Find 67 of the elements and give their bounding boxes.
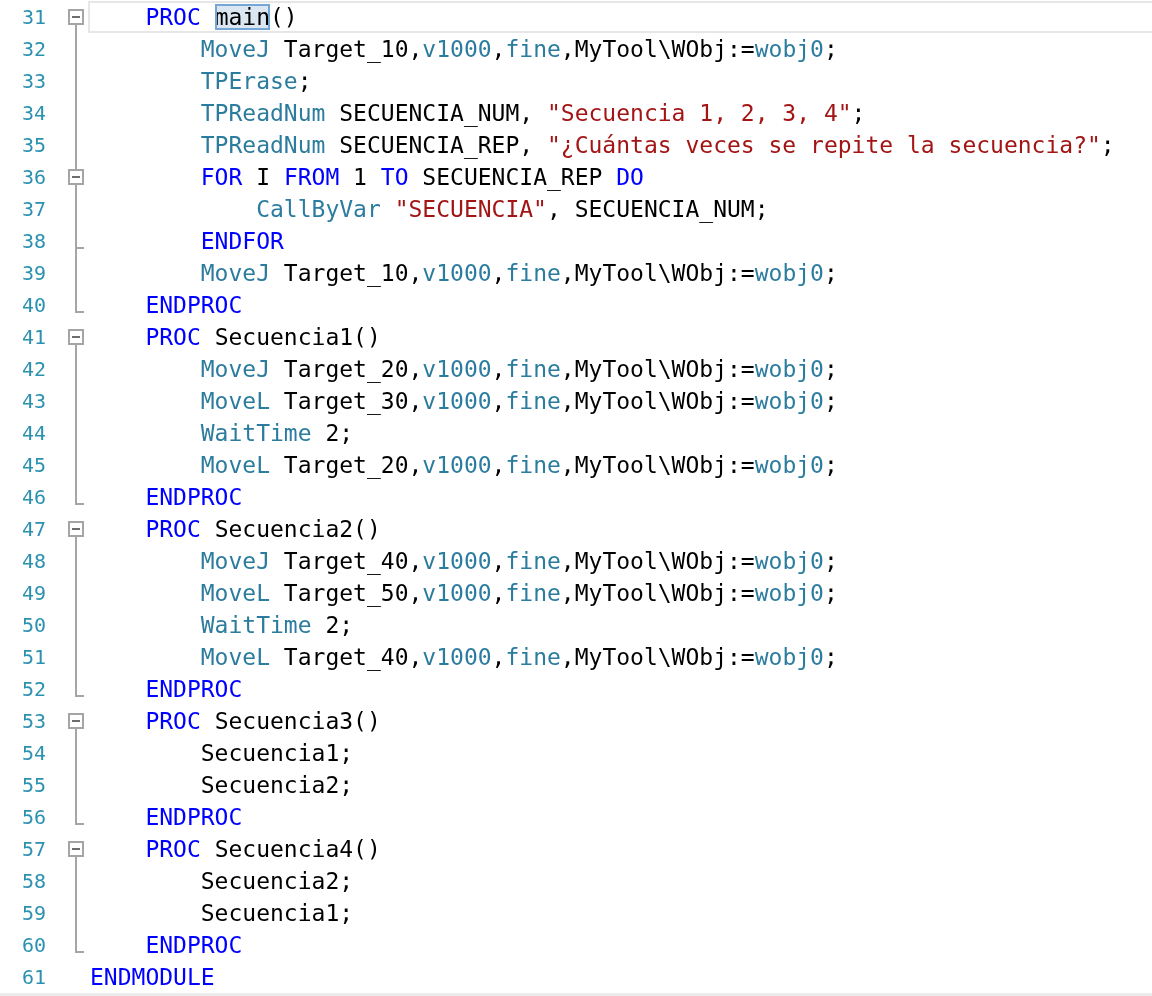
line-number: 38 — [20, 228, 46, 255]
code-line: MoveJ Target_20,v1000,fine,MyTool\WObj:=wobj0; — [199, 355, 839, 385]
code-line: ENDPROC — [144, 931, 244, 960]
code-line: CallByVar "SECUENCIA", SECUENCIA_NUM; — [255, 195, 770, 225]
code-line: Secuencia2; — [199, 771, 355, 800]
code-line: MoveL Target_20,v1000,fine,MyTool\WObj:=wobj0; — [199, 451, 839, 481]
line-number: 55 — [20, 772, 46, 799]
code-line: PROC Secuencia3() — [144, 707, 382, 736]
code-line: ENDMODULE — [89, 963, 216, 992]
code-line: MoveJ Target_10,v1000,fine,MyTool\WObj:=wobj0; — [199, 259, 839, 289]
line-number: 50 — [20, 612, 46, 639]
code-line: TPErase; — [199, 67, 313, 96]
line-number: 39 — [20, 260, 46, 287]
collapse-toggle[interactable] — [68, 329, 84, 345]
code-line: Secuencia2; — [199, 867, 355, 896]
line-number: 47 — [20, 516, 46, 543]
code-line: MoveJ Target_40,v1000,fine,MyTool\WObj:=wobj0; — [199, 547, 839, 577]
code-line: ENDFOR — [199, 227, 285, 256]
code-line: Secuencia1; — [199, 899, 355, 928]
line-number: 58 — [20, 868, 46, 895]
line-number: 37 — [20, 196, 46, 223]
code-line: ENDPROC — [144, 483, 244, 512]
line-number: 40 — [20, 292, 46, 319]
code-line: Secuencia1; — [199, 739, 355, 768]
code-line: WaitTime 2; — [199, 419, 355, 448]
line-number: 53 — [20, 708, 46, 735]
line-number: 54 — [20, 740, 46, 767]
collapse-toggle[interactable] — [68, 9, 84, 25]
code-line: PROC Secuencia4() — [144, 835, 382, 864]
line-number: 41 — [20, 324, 46, 351]
code-line: PROC Secuencia2() — [144, 515, 382, 544]
line-number: 52 — [20, 676, 46, 703]
line-number: 56 — [20, 804, 46, 831]
code-line: ENDPROC — [144, 675, 244, 704]
code-line: ENDPROC — [144, 291, 244, 320]
collapse-toggle[interactable] — [68, 713, 84, 729]
line-number: 45 — [20, 452, 46, 479]
code-line: PROC Secuencia1() — [144, 323, 382, 352]
collapse-toggle[interactable] — [68, 521, 84, 537]
line-number: 51 — [20, 644, 46, 671]
line-number: 43 — [20, 388, 46, 415]
code-line: MoveL Target_50,v1000,fine,MyTool\WObj:=wobj0; — [199, 579, 839, 609]
line-number: 34 — [20, 100, 46, 127]
line-number: 49 — [20, 580, 46, 607]
code-line: TPReadNum SECUENCIA_REP, "¿Cuántas veces se repite la secuencia?"; — [199, 131, 1116, 161]
line-number: 42 — [20, 356, 46, 383]
collapse-toggle[interactable] — [68, 841, 84, 857]
code-line: WaitTime 2; — [199, 611, 355, 640]
code-line: FOR I FROM 1 TO SECUENCIA_REP DO — [199, 163, 645, 193]
line-number: 31 — [20, 4, 46, 31]
line-number: 35 — [20, 132, 46, 159]
code-line: MoveJ Target_10,v1000,fine,MyTool\WObj:=wobj0; — [199, 35, 839, 65]
line-number: 36 — [20, 164, 46, 191]
line-number: 33 — [20, 68, 46, 95]
line-number: 61 — [20, 964, 46, 991]
code-line: TPReadNum SECUENCIA_NUM, "Secuencia 1, 2, 3, 4"; — [199, 99, 867, 129]
collapse-toggle[interactable] — [68, 169, 84, 185]
line-number: 32 — [20, 36, 46, 63]
line-number: 60 — [20, 932, 46, 959]
line-number: 46 — [20, 484, 46, 511]
code-line: MoveL Target_40,v1000,fine,MyTool\WObj:=wobj0; — [199, 643, 839, 673]
code-line: MoveL Target_30,v1000,fine,MyTool\WObj:=wobj0; — [199, 387, 839, 417]
code-line: ENDPROC — [144, 803, 244, 832]
line-number: 44 — [20, 420, 46, 447]
line-number: 57 — [20, 836, 46, 863]
line-number: 59 — [20, 900, 46, 927]
line-number: 48 — [20, 548, 46, 575]
